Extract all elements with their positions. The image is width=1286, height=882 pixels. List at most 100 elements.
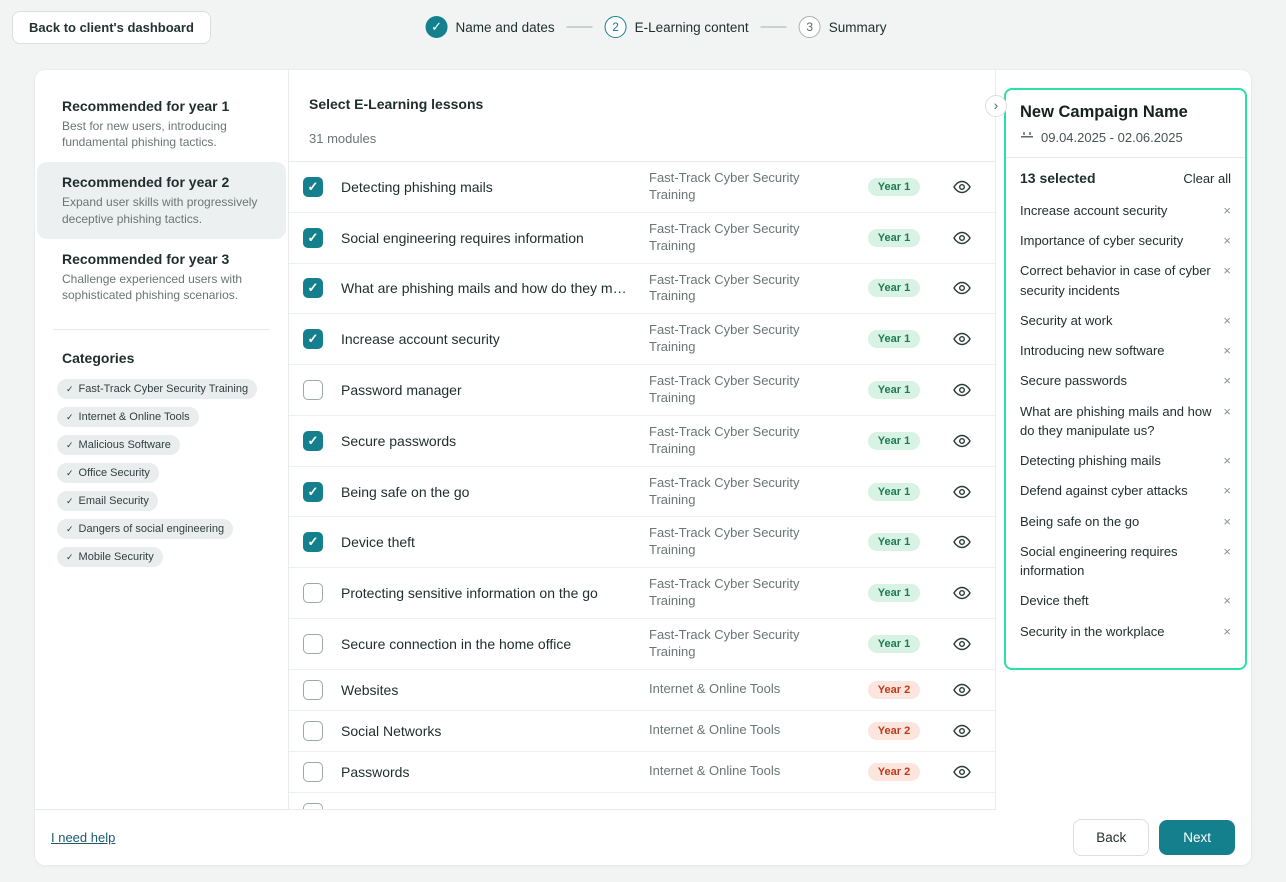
remove-icon[interactable]: × [1223,261,1231,280]
selected-lesson-item: Device theft × [1020,591,1231,610]
back-button[interactable]: Back [1073,819,1149,856]
card-footer: I need help Back Next [35,810,1251,865]
lesson-checkbox[interactable] [303,680,323,700]
lesson-checkbox[interactable] [303,380,323,400]
step-summary[interactable]: 3 Summary [799,16,887,38]
selected-lesson-label: Introducing new software [1020,341,1165,360]
recommendation-title: Recommended for year 1 [62,98,261,114]
recommendation-description: Expand user skills with progressively de… [62,194,261,226]
step-number: 3 [799,16,821,38]
back-to-dashboard-button[interactable]: Back to client's dashboard [12,11,211,44]
lesson-row [289,793,995,809]
lesson-year-badge: Year 1 [868,229,920,247]
remove-icon[interactable]: × [1223,451,1231,470]
remove-icon[interactable]: × [1223,481,1231,500]
lesson-checkbox[interactable] [303,278,323,298]
preview-button[interactable] [951,681,973,699]
lesson-year-badge: Year 1 [868,483,920,501]
remove-icon[interactable]: × [1223,311,1231,330]
selected-lesson-label: Security at work [1020,311,1112,330]
recommendation-description: Challenge experienced users with sophist… [62,271,261,303]
remove-icon[interactable]: × [1223,341,1231,360]
lesson-name: Being safe on the go [341,484,631,500]
lessons-table: Detecting phishing mails Fast-Track Cybe… [289,162,995,809]
preview-button[interactable] [951,229,973,247]
remove-icon[interactable]: × [1223,512,1231,531]
recommendation-item[interactable]: Recommended for year 2 Expand user skill… [37,162,286,238]
lesson-checkbox[interactable] [303,177,323,197]
lesson-row: Secure passwords Fast-Track Cyber Securi… [289,416,995,467]
preview-button[interactable] [951,533,973,551]
preview-button[interactable] [951,381,973,399]
lesson-checkbox[interactable] [303,721,323,741]
lesson-year-badge: Year 1 [868,635,920,653]
campaign-summary-header: New Campaign Name 09.04.2025 - 02.06.202… [1006,90,1245,158]
selected-lesson-item: Detecting phishing mails × [1020,451,1231,470]
recommendation-list: Recommended for year 1 Best for new user… [37,86,286,315]
lesson-row: Protecting sensitive information on the … [289,568,995,619]
lesson-checkbox[interactable] [303,228,323,248]
summary-panel: New Campaign Name 09.04.2025 - 02.06.202… [996,70,1251,810]
lesson-checkbox[interactable] [303,634,323,654]
preview-button[interactable] [951,483,973,501]
check-icon: ✓ [66,524,74,535]
lesson-name: Password manager [341,382,631,398]
selected-lesson-item: Defend against cyber attacks × [1020,481,1231,500]
lessons-panel: Select E-Learning lessons 31 modules Det… [289,70,996,810]
category-chip[interactable]: ✓ Mobile Security [57,547,163,567]
category-chip-label: Dangers of social engineering [79,523,225,535]
next-button[interactable]: Next [1159,820,1235,855]
preview-button[interactable] [951,330,973,348]
preview-button[interactable] [951,279,973,297]
remove-icon[interactable]: × [1223,622,1231,641]
collapse-panel-button[interactable]: › [985,95,1007,117]
lesson-name: Secure passwords [341,433,631,449]
category-chip[interactable]: ✓ Malicious Software [57,435,180,455]
selected-lesson-item: Increase account security × [1020,201,1231,220]
eye-icon [953,281,971,295]
preview-button[interactable] [951,178,973,196]
remove-icon[interactable]: × [1223,542,1231,561]
lesson-checkbox[interactable] [303,583,323,603]
category-chip[interactable]: ✓ Email Security [57,491,158,511]
lesson-category: Internet & Online Tools [649,763,839,780]
lessons-header: Select E-Learning lessons 31 modules [289,70,995,162]
check-icon: ✓ [66,552,74,563]
category-chip[interactable]: ✓ Fast-Track Cyber Security Training [57,379,257,399]
category-chip[interactable]: ✓ Office Security [57,463,159,483]
step-name-and-dates[interactable]: ✓ Name and dates [426,16,555,38]
selected-lesson-item: Security in the workplace × [1020,622,1231,641]
remove-icon[interactable]: × [1223,402,1231,421]
category-chip[interactable]: ✓ Internet & Online Tools [57,407,199,427]
lesson-checkbox[interactable] [303,329,323,349]
remove-icon[interactable]: × [1223,201,1231,220]
lesson-name: What are phishing mails and how do they … [341,280,631,296]
card-body: Recommended for year 1 Best for new user… [35,70,1251,810]
preview-button[interactable] [951,584,973,602]
preview-button[interactable] [951,635,973,653]
lesson-year-badge: Year 2 [868,763,920,781]
lesson-checkbox[interactable] [303,803,323,809]
clear-all-button[interactable]: Clear all [1183,171,1231,186]
preview-button[interactable] [951,722,973,740]
remove-icon[interactable]: × [1223,231,1231,250]
step-elearning-content[interactable]: 2 E-Learning content [605,16,749,38]
eye-icon [953,434,971,448]
eye-icon [953,586,971,600]
check-icon: ✓ [66,468,74,479]
lesson-checkbox[interactable] [303,482,323,502]
lesson-checkbox[interactable] [303,532,323,552]
category-chip[interactable]: ✓ Dangers of social engineering [57,519,233,539]
lesson-year-badge: Year 1 [868,381,920,399]
eye-icon [953,765,971,779]
preview-button[interactable] [951,763,973,781]
recommendation-item[interactable]: Recommended for year 1 Best for new user… [37,86,286,162]
lesson-checkbox[interactable] [303,762,323,782]
recommendation-item[interactable]: Recommended for year 3 Challenge experie… [37,239,286,315]
remove-icon[interactable]: × [1223,591,1231,610]
remove-icon[interactable]: × [1223,371,1231,390]
eye-icon [953,231,971,245]
preview-button[interactable] [951,432,973,450]
lesson-checkbox[interactable] [303,431,323,451]
help-link[interactable]: I need help [51,830,115,845]
